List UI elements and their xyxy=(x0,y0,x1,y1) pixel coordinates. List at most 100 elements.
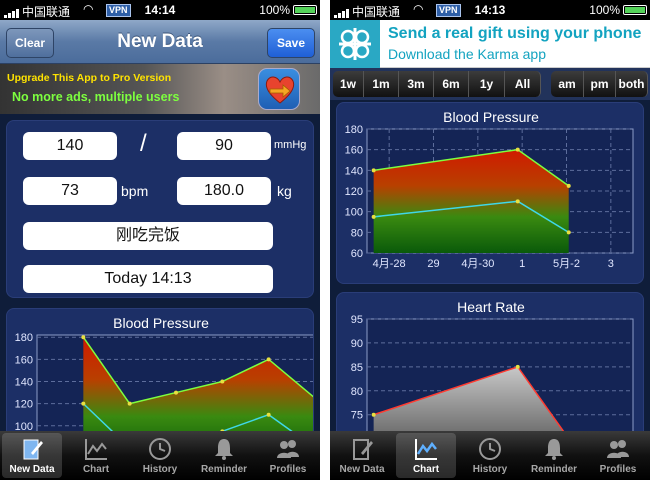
bell-icon xyxy=(194,436,254,462)
new-data-screen: 中国联通 ◠ VPN 14:14 100% Clear New Data Sav… xyxy=(0,0,320,480)
data-point xyxy=(266,412,271,417)
tab-profiles[interactable]: Profiles xyxy=(588,433,648,478)
y-tick-label: 90 xyxy=(351,338,363,350)
data-point xyxy=(515,199,520,204)
filter-both-button[interactable]: both xyxy=(616,71,648,97)
tab-label: New Data xyxy=(9,464,55,475)
y-tick-label: 180 xyxy=(345,124,363,136)
pencil-icon xyxy=(2,436,62,462)
data-point xyxy=(515,147,520,152)
pencil-icon xyxy=(332,436,392,462)
data-point xyxy=(566,183,571,188)
range-1w-button[interactable]: 1w xyxy=(333,71,364,97)
status-bar: 中国联通 ◠ VPN 14:14 100% xyxy=(0,0,320,20)
range-1m-button[interactable]: 1m xyxy=(364,71,399,97)
y-tick-label: 160 xyxy=(15,354,33,366)
data-point xyxy=(371,214,376,219)
range-all-button[interactable]: All xyxy=(505,71,541,97)
tab-label: Profiles xyxy=(599,464,637,475)
battery-percent: 100% xyxy=(259,3,290,17)
tab-chart[interactable]: Chart xyxy=(396,433,456,478)
y-tick-label: 160 xyxy=(345,145,363,157)
data-point xyxy=(220,379,225,384)
tab-new-data[interactable]: New Data xyxy=(332,433,392,478)
chart-icon xyxy=(66,436,126,462)
banner-subline: Download the Karma app xyxy=(388,46,546,62)
bp-chart-left: 80100120140160180 xyxy=(15,332,314,437)
tab-label: History xyxy=(142,464,178,475)
bp-chart: 60 80 100 120 140 160 180 4月-28 29 4月-30 1 5月-2 3 xyxy=(345,124,634,270)
tab-chart[interactable]: Chart xyxy=(66,433,126,478)
tab-label: Reminder xyxy=(530,464,578,475)
battery-icon xyxy=(623,5,647,15)
status-bar: 中国联通 ◠ VPN 14:13 100% xyxy=(330,0,650,20)
data-point xyxy=(81,335,86,340)
tab-bar: New Data Chart History Reminder Profiles xyxy=(330,431,650,480)
data-point xyxy=(81,401,86,406)
bp-chart-panel[interactable]: Blood Pressure 60 80 100 120 140 160 180 4月-28 2… xyxy=(336,102,644,284)
chart-icon xyxy=(396,436,456,462)
x-tick-label: 5月-2 xyxy=(553,258,580,270)
bp-separator: / xyxy=(140,130,147,157)
y-tick-label: 140 xyxy=(15,377,33,389)
data-point xyxy=(566,230,571,235)
battery-percent: 100% xyxy=(589,3,620,17)
users-icon xyxy=(258,436,318,462)
x-tick-label: 29 xyxy=(427,258,439,270)
users-icon xyxy=(588,436,648,462)
banner-headline: Send a real gift using your phone xyxy=(388,25,642,42)
karma-ad-banner[interactable]: Send a real gift using your phone Downlo… xyxy=(330,20,650,68)
battery-icon xyxy=(293,5,317,15)
heart-rate-chart-panel[interactable]: Heart Rate 707580859095 xyxy=(336,292,644,452)
y-tick-label: 80 xyxy=(351,386,363,398)
range-1y-button[interactable]: 1y xyxy=(469,71,505,97)
y-tick-label: 75 xyxy=(351,410,363,422)
upgrade-ad-banner[interactable]: Upgrade This App to Pro Version No more … xyxy=(0,64,320,114)
note-field[interactable]: 刚吃完饭 xyxy=(23,222,273,250)
tab-label: History xyxy=(472,464,508,475)
tab-reminder[interactable]: Reminder xyxy=(194,433,254,478)
systolic-field[interactable]: 140 xyxy=(23,132,117,160)
heart-rate-chart: 707580859095 xyxy=(351,314,634,451)
y-tick-label: 60 xyxy=(351,248,363,260)
data-point xyxy=(174,390,178,395)
pulse-field[interactable]: 73 xyxy=(23,177,117,205)
range-6m-button[interactable]: 6m xyxy=(434,71,469,97)
diastolic-field[interactable]: 90 xyxy=(177,132,271,160)
filter-pm-button[interactable]: pm xyxy=(584,71,616,97)
x-tick-label: 3 xyxy=(608,258,614,270)
tab-history[interactable]: History xyxy=(130,433,190,478)
tab-profiles[interactable]: Profiles xyxy=(258,433,318,478)
tab-label: Chart xyxy=(412,464,440,475)
save-button[interactable]: Save xyxy=(267,28,315,58)
data-point xyxy=(371,412,376,417)
tab-reminder[interactable]: Reminder xyxy=(524,433,584,478)
range-3m-button[interactable]: 3m xyxy=(399,71,434,97)
clock-icon xyxy=(130,436,190,462)
tab-new-data[interactable]: New Data xyxy=(2,433,62,478)
data-point xyxy=(515,364,520,369)
bp-unit-label: mmHg xyxy=(274,139,307,151)
y-tick-label: 140 xyxy=(345,165,363,177)
y-tick-label: 85 xyxy=(351,362,363,374)
tab-label: New Data xyxy=(339,464,385,475)
y-tick-label: 95 xyxy=(351,314,363,326)
filter-am-button[interactable]: am xyxy=(551,71,584,97)
bp-chart-panel-left[interactable]: Blood Pressure 80100120140160180 xyxy=(6,308,314,438)
tab-history[interactable]: History xyxy=(460,433,520,478)
y-tick-label: 100 xyxy=(345,207,363,219)
weight-unit-label: kg xyxy=(277,183,292,199)
datetime-field[interactable]: Today 14:13 xyxy=(23,265,273,293)
data-point xyxy=(127,401,132,406)
x-tick-label: 1 xyxy=(519,258,525,270)
navigation-bar: Clear New Data Save xyxy=(0,20,320,64)
range-selector-bar: 1w 1m 3m 6m 1y All am pm both xyxy=(330,68,650,100)
clock-icon xyxy=(460,436,520,462)
pulse-unit-label: bpm xyxy=(121,183,149,199)
data-point xyxy=(313,396,314,400)
x-tick-label: 4月-30 xyxy=(461,258,494,270)
y-tick-label: 180 xyxy=(15,332,33,344)
heart-app-icon[interactable] xyxy=(258,68,300,110)
weight-field[interactable]: 180.0 xyxy=(177,177,271,205)
y-tick-label: 80 xyxy=(351,227,363,239)
